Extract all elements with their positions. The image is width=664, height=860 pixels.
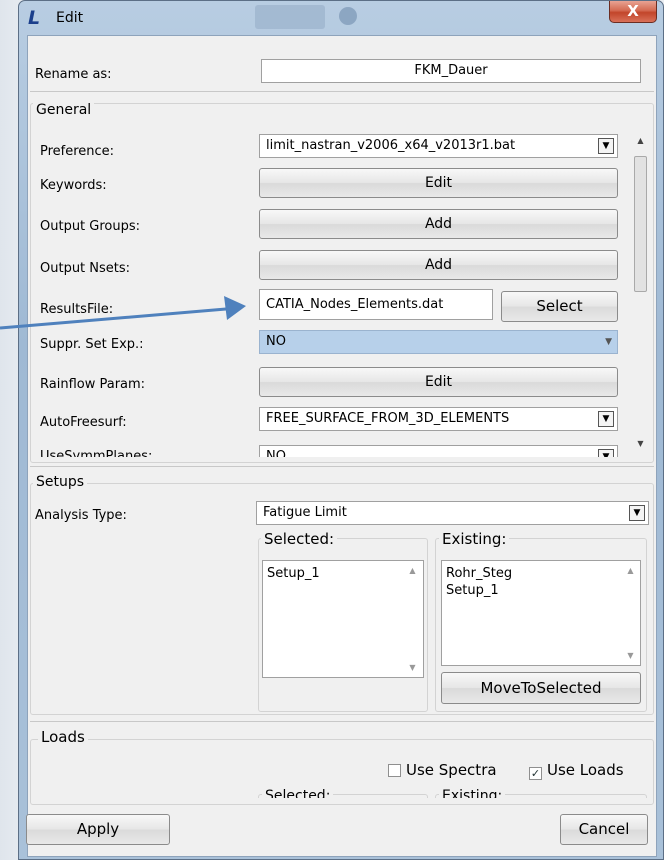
scroll-down-icon[interactable]: ▼ <box>404 659 421 676</box>
analysis-type-label: Analysis Type: <box>35 508 127 523</box>
rename-input[interactable]: FKM_Dauer <box>261 59 641 83</box>
dialog-client-area: Rename as: FKM_Dauer General Preference:… <box>26 35 657 857</box>
use-spectra-checkbox[interactable]: Use Spectra <box>388 761 497 779</box>
preference-label: Preference: <box>40 144 115 159</box>
window-title: Edit <box>56 10 84 26</box>
scrollbar-thumb[interactable] <box>634 156 647 292</box>
existing-listbox[interactable]: Rohr_Steg Setup_1 <box>441 560 641 666</box>
results-file-label: ResultsFile: <box>40 302 114 317</box>
preference-value: limit_nastran_v2006_x64_v2013r1.bat <box>266 138 516 153</box>
move-to-selected-button[interactable]: MoveToSelected <box>441 672 641 704</box>
close-icon: X <box>627 2 639 20</box>
keywords-label: Keywords: <box>40 178 107 193</box>
divider <box>30 721 654 722</box>
list-item[interactable]: Setup_1 <box>267 565 419 582</box>
close-button[interactable]: X <box>609 1 657 23</box>
usesymm-label: UseSymmPlanes: <box>40 449 153 457</box>
chevron-down-icon[interactable]: ▼ <box>598 449 614 457</box>
title-bar[interactable]: L Edit X <box>19 1 663 35</box>
divider <box>30 466 654 467</box>
use-spectra-label: Use Spectra <box>406 761 497 779</box>
general-scrollbar[interactable]: ▲ ▼ <box>632 132 649 452</box>
existing-title: Existing: <box>439 530 510 548</box>
divider <box>30 91 654 92</box>
use-loads-checkbox[interactable]: ✓ Use Loads <box>529 761 624 780</box>
scroll-up-icon[interactable]: ▲ <box>632 132 649 149</box>
blurred-background <box>339 7 357 25</box>
loads-group-title: Loads <box>38 728 88 746</box>
suppr-set-label: Suppr. Set Exp.: <box>40 337 144 352</box>
scroll-up-icon[interactable]: ▲ <box>404 562 421 579</box>
app-logo-icon: L <box>28 7 41 29</box>
selected-scrollbar[interactable]: ▲ ▼ <box>404 562 421 676</box>
keywords-edit-button[interactable]: Edit <box>259 168 618 198</box>
loads-selected-title: Selected: <box>262 788 334 798</box>
rename-label: Rename as: <box>35 67 112 82</box>
blurred-background <box>255 5 325 29</box>
checkmark-icon[interactable]: ✓ <box>529 767 542 780</box>
analysis-type-value: Fatigue Limit <box>263 505 347 520</box>
clipped-loads-lists: Selected: Existing: <box>258 786 650 798</box>
rainflow-label: Rainflow Param: <box>40 377 146 392</box>
output-nsets-add-button[interactable]: Add <box>259 250 618 280</box>
results-file-input[interactable]: CATIA_Nodes_Elements.dat <box>259 289 493 320</box>
setups-group-title: Setups <box>33 474 88 490</box>
usesymm-value: NO <box>266 449 286 457</box>
scroll-down-icon[interactable]: ▼ <box>632 435 649 452</box>
usesymm-select[interactable]: NO ▼ <box>259 445 618 457</box>
list-item[interactable]: Rohr_Steg <box>446 565 636 582</box>
scroll-up-icon[interactable]: ▲ <box>622 562 639 579</box>
selected-listbox[interactable]: Setup_1 <box>262 560 424 678</box>
preference-select[interactable]: limit_nastran_v2006_x64_v2013r1.bat ▼ <box>259 134 618 158</box>
output-nsets-label: Output Nsets: <box>40 261 131 276</box>
results-file-select-button[interactable]: Select <box>501 291 618 322</box>
rainflow-edit-button[interactable]: Edit <box>259 367 618 397</box>
suppr-set-select[interactable]: NO ▼ <box>259 330 618 354</box>
existing-scrollbar[interactable]: ▲ ▼ <box>622 562 639 664</box>
clipped-row: UseSymmPlanes: NO ▼ <box>31 440 631 457</box>
cancel-button[interactable]: Cancel <box>560 814 648 845</box>
chevron-down-icon[interactable]: ▼ <box>598 138 614 154</box>
selected-title: Selected: <box>261 530 338 548</box>
checkbox-unchecked[interactable] <box>388 764 401 777</box>
chevron-down-icon[interactable]: ▼ <box>629 505 645 521</box>
loads-existing-title: Existing: <box>439 788 506 798</box>
autofreesurf-value: FREE_SURFACE_FROM_3D_ELEMENTS <box>266 411 510 426</box>
suppr-set-value: NO <box>266 334 286 349</box>
chevron-down-icon[interactable]: ▼ <box>605 331 612 353</box>
autofreesurf-label: AutoFreesurf: <box>40 415 127 430</box>
output-groups-label: Output Groups: <box>40 219 141 234</box>
edit-dialog: L Edit X Rename as: FKM_Dauer General Pr… <box>18 0 664 860</box>
general-group-title: General <box>33 102 95 118</box>
use-loads-label: Use Loads <box>547 761 624 779</box>
autofreesurf-select[interactable]: FREE_SURFACE_FROM_3D_ELEMENTS ▼ <box>259 407 618 431</box>
list-item[interactable]: Setup_1 <box>446 582 636 599</box>
scroll-down-icon[interactable]: ▼ <box>622 647 639 664</box>
output-groups-add-button[interactable]: Add <box>259 209 618 239</box>
apply-button[interactable]: Apply <box>26 814 170 845</box>
chevron-down-icon[interactable]: ▼ <box>598 411 614 427</box>
analysis-type-select[interactable]: Fatigue Limit ▼ <box>256 501 649 525</box>
